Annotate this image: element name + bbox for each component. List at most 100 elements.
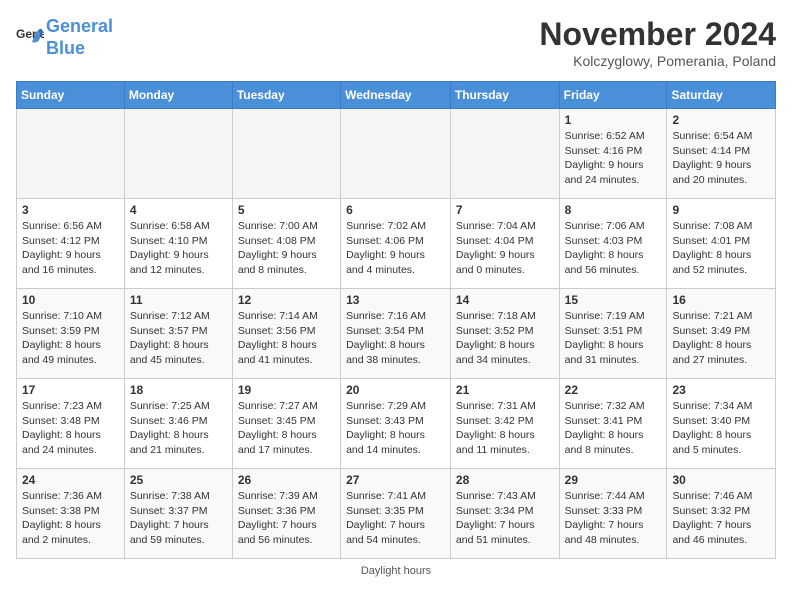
column-header-wednesday: Wednesday <box>341 82 451 109</box>
footer-note: Daylight hours <box>16 565 776 577</box>
calendar-cell: 27 Sunrise: 7:41 AMSunset: 3:35 PMDayligh… <box>341 469 451 559</box>
day-number: 1 <box>565 113 662 127</box>
day-number: 9 <box>672 203 770 217</box>
day-info: Sunrise: 6:58 AMSunset: 4:10 PMDaylight:… <box>130 219 227 278</box>
calendar-week-4: 17 Sunrise: 7:23 AMSunset: 3:48 PMDayligh… <box>17 379 776 469</box>
calendar-header-row: SundayMondayTuesdayWednesdayThursdayFrid… <box>17 82 776 109</box>
day-number: 20 <box>346 383 445 397</box>
day-number: 19 <box>238 383 335 397</box>
calendar-week-5: 24 Sunrise: 7:36 AMSunset: 3:38 PMDayligh… <box>17 469 776 559</box>
day-number: 4 <box>130 203 227 217</box>
day-info: Sunrise: 7:19 AMSunset: 3:51 PMDaylight:… <box>565 309 662 368</box>
day-number: 24 <box>22 473 119 487</box>
calendar-cell: 11Sunrise: 7:12 AMSunset: 3:57 PMDayligh… <box>124 289 232 379</box>
calendar-cell <box>450 109 559 199</box>
day-info: Sunrise: 7:08 AMSunset: 4:01 PMDaylight:… <box>672 219 770 278</box>
day-info: Sunrise: 7:14 AMSunset: 3:56 PMDaylight:… <box>238 309 335 368</box>
calendar-cell: 25Sunrise: 7:38 AMSunset: 3:37 PMDayligh… <box>124 469 232 559</box>
day-info: Sunrise: 7:32 AMSunset: 3:41 PMDaylight:… <box>565 399 662 458</box>
day-info: Sunrise: 7:36 AMSunset: 3:38 PMDaylight:… <box>22 489 119 548</box>
day-number: 12 <box>238 293 335 307</box>
day-info: Sunrise: 7:27 AMSunset: 3:45 PMDaylight:… <box>238 399 335 458</box>
calendar-cell: 20 Sunrise: 7:29 AMSunset: 3:43 PMDayligh… <box>341 379 451 469</box>
column-header-thursday: Thursday <box>450 82 559 109</box>
calendar-week-2: 3 Sunrise: 6:56 AMSunset: 4:12 PMDaylight… <box>17 199 776 289</box>
calendar-cell: 7 Sunrise: 7:04 AMSunset: 4:04 PMDaylight… <box>450 199 559 289</box>
calendar-cell: 19 Sunrise: 7:27 AMSunset: 3:45 PMDayligh… <box>232 379 340 469</box>
calendar-cell: 4 Sunrise: 6:58 AMSunset: 4:10 PMDaylight… <box>124 199 232 289</box>
day-info: Sunrise: 7:38 AMSunset: 3:37 PMDaylight:… <box>130 489 227 548</box>
calendar-cell <box>124 109 232 199</box>
calendar-cell: 2 Sunrise: 6:54 AMSunset: 4:14 PMDaylight… <box>667 109 776 199</box>
day-number: 7 <box>456 203 554 217</box>
location-subtitle: Kolczyglowy, Pomerania, Poland <box>539 53 776 69</box>
day-number: 26 <box>238 473 335 487</box>
day-info: Sunrise: 7:41 AMSunset: 3:35 PMDaylight:… <box>346 489 445 548</box>
calendar-cell: 22 Sunrise: 7:32 AMSunset: 3:41 PMDayligh… <box>559 379 667 469</box>
day-info: Sunrise: 6:56 AMSunset: 4:12 PMDaylight:… <box>22 219 119 278</box>
calendar-cell: 6 Sunrise: 7:02 AMSunset: 4:06 PMDaylight… <box>341 199 451 289</box>
logo-icon: General <box>16 24 44 52</box>
calendar-week-3: 10 Sunrise: 7:10 AMSunset: 3:59 PMDayligh… <box>17 289 776 379</box>
day-number: 27 <box>346 473 445 487</box>
calendar-cell: 29 Sunrise: 7:44 AMSunset: 3:33 PMDayligh… <box>559 469 667 559</box>
logo: General General Blue <box>16 16 113 59</box>
day-info: Sunrise: 7:18 AMSunset: 3:52 PMDaylight:… <box>456 309 554 368</box>
calendar-cell: 26 Sunrise: 7:39 AMSunset: 3:36 PMDayligh… <box>232 469 340 559</box>
day-info: Sunrise: 6:54 AMSunset: 4:14 PMDaylight:… <box>672 129 770 188</box>
calendar-cell: 23 Sunrise: 7:34 AMSunset: 3:40 PMDayligh… <box>667 379 776 469</box>
calendar-cell: 21Sunrise: 7:31 AMSunset: 3:42 PMDayligh… <box>450 379 559 469</box>
day-number: 2 <box>672 113 770 127</box>
day-info: Sunrise: 7:00 AMSunset: 4:08 PMDaylight:… <box>238 219 335 278</box>
day-number: 23 <box>672 383 770 397</box>
day-number: 17 <box>22 383 119 397</box>
day-number: 18 <box>130 383 227 397</box>
day-info: Sunrise: 7:21 AMSunset: 3:49 PMDaylight:… <box>672 309 770 368</box>
day-number: 14 <box>456 293 554 307</box>
calendar-cell: 28 Sunrise: 7:43 AMSunset: 3:34 PMDayligh… <box>450 469 559 559</box>
day-info: Sunrise: 7:44 AMSunset: 3:33 PMDaylight:… <box>565 489 662 548</box>
calendar-week-1: 1 Sunrise: 6:52 AMSunset: 4:16 PMDaylight… <box>17 109 776 199</box>
calendar-cell: 16 Sunrise: 7:21 AMSunset: 3:49 PMDayligh… <box>667 289 776 379</box>
calendar-cell: 17 Sunrise: 7:23 AMSunset: 3:48 PMDayligh… <box>17 379 125 469</box>
day-info: Sunrise: 7:29 AMSunset: 3:43 PMDaylight:… <box>346 399 445 458</box>
logo-text: General Blue <box>46 16 113 59</box>
calendar-table: SundayMondayTuesdayWednesdayThursdayFrid… <box>16 81 776 559</box>
column-header-friday: Friday <box>559 82 667 109</box>
day-info: Sunrise: 7:04 AMSunset: 4:04 PMDaylight:… <box>456 219 554 278</box>
day-info: Sunrise: 7:10 AMSunset: 3:59 PMDaylight:… <box>22 309 119 368</box>
calendar-cell <box>341 109 451 199</box>
day-number: 6 <box>346 203 445 217</box>
day-info: Sunrise: 7:02 AMSunset: 4:06 PMDaylight:… <box>346 219 445 278</box>
day-info: Sunrise: 7:34 AMSunset: 3:40 PMDaylight:… <box>672 399 770 458</box>
calendar-cell: 9 Sunrise: 7:08 AMSunset: 4:01 PMDaylight… <box>667 199 776 289</box>
day-info: Sunrise: 7:43 AMSunset: 3:34 PMDaylight:… <box>456 489 554 548</box>
day-info: Sunrise: 7:06 AMSunset: 4:03 PMDaylight:… <box>565 219 662 278</box>
calendar-cell: 24 Sunrise: 7:36 AMSunset: 3:38 PMDayligh… <box>17 469 125 559</box>
day-number: 28 <box>456 473 554 487</box>
day-info: Sunrise: 7:39 AMSunset: 3:36 PMDaylight:… <box>238 489 335 548</box>
calendar-cell <box>17 109 125 199</box>
day-number: 29 <box>565 473 662 487</box>
month-title: November 2024 <box>539 16 776 53</box>
day-number: 30 <box>672 473 770 487</box>
day-info: Sunrise: 7:23 AMSunset: 3:48 PMDaylight:… <box>22 399 119 458</box>
title-area: November 2024 Kolczyglowy, Pomerania, Po… <box>539 16 776 69</box>
column-header-saturday: Saturday <box>667 82 776 109</box>
day-number: 22 <box>565 383 662 397</box>
day-info: Sunrise: 6:52 AMSunset: 4:16 PMDaylight:… <box>565 129 662 188</box>
day-number: 16 <box>672 293 770 307</box>
calendar-cell: 18Sunrise: 7:25 AMSunset: 3:46 PMDayligh… <box>124 379 232 469</box>
calendar-cell: 13Sunrise: 7:16 AMSunset: 3:54 PMDayligh… <box>341 289 451 379</box>
calendar-cell: 3 Sunrise: 6:56 AMSunset: 4:12 PMDaylight… <box>17 199 125 289</box>
calendar-cell: 1 Sunrise: 6:52 AMSunset: 4:16 PMDaylight… <box>559 109 667 199</box>
calendar-cell: 14 Sunrise: 7:18 AMSunset: 3:52 PMDayligh… <box>450 289 559 379</box>
calendar-cell: 15Sunrise: 7:19 AMSunset: 3:51 PMDayligh… <box>559 289 667 379</box>
day-info: Sunrise: 7:31 AMSunset: 3:42 PMDaylight:… <box>456 399 554 458</box>
day-number: 13 <box>346 293 445 307</box>
calendar-cell: 12 Sunrise: 7:14 AMSunset: 3:56 PMDayligh… <box>232 289 340 379</box>
day-number: 10 <box>22 293 119 307</box>
calendar-cell: 10 Sunrise: 7:10 AMSunset: 3:59 PMDayligh… <box>17 289 125 379</box>
page-header: General General Blue November 2024 Kolcz… <box>16 16 776 69</box>
day-number: 3 <box>22 203 119 217</box>
